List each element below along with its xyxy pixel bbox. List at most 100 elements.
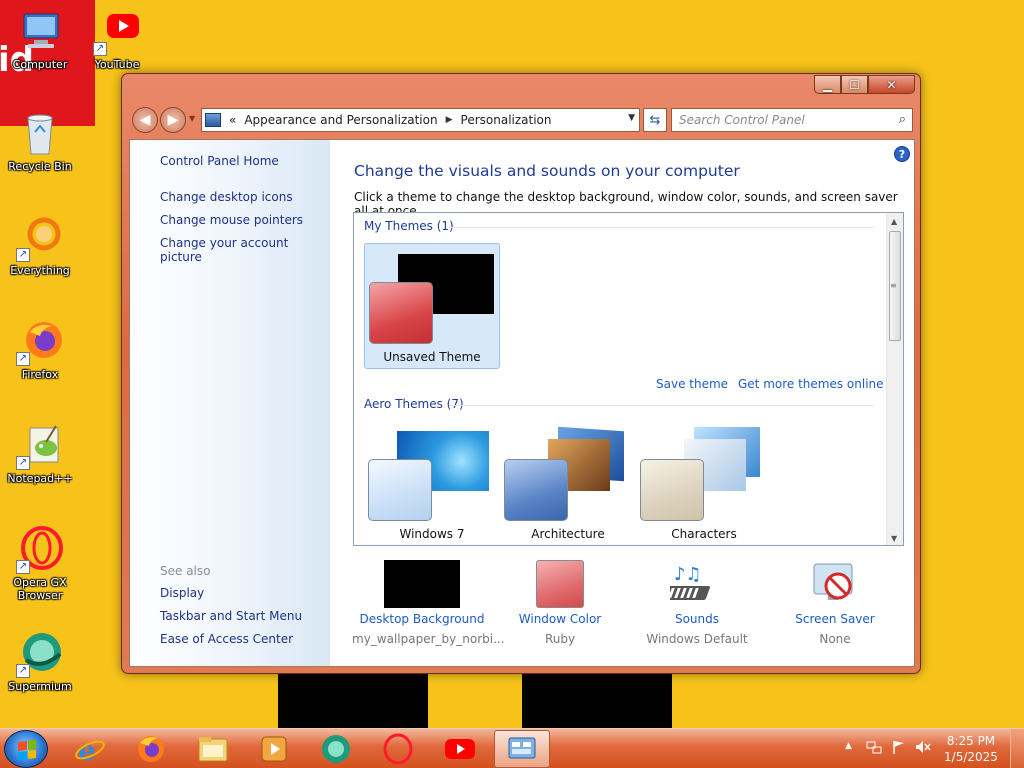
help-icon[interactable]: ?: [894, 146, 910, 162]
recycle-bin-icon: [16, 110, 64, 158]
taskbar-internet-explorer[interactable]: e: [62, 730, 118, 768]
window-color-setting[interactable]: Window Color Ruby: [490, 560, 630, 646]
search-icon[interactable]: ⌕: [899, 112, 906, 127]
page-title: Change the visuals and sounds on your co…: [354, 162, 740, 180]
sounds-setting[interactable]: ♪♫ Sounds Windows Default: [627, 560, 767, 646]
screen-saver-icon: [810, 560, 860, 608]
aero-themes-header[interactable]: Aero Themes (7): [364, 397, 464, 411]
desktop-icon-recycle-bin[interactable]: Recycle Bin: [0, 110, 80, 173]
shortcut-arrow-icon: ↗: [16, 352, 30, 366]
screen-saver-setting[interactable]: Screen Saver None: [765, 560, 905, 646]
desktop-icon-notepadpp[interactable]: ↗ Notepad++: [0, 422, 80, 485]
display-link[interactable]: Display: [160, 586, 204, 600]
shortcut-arrow-icon: ↗: [93, 42, 107, 56]
desktop-icon-opera-gx[interactable]: ↗ Opera GX Browser: [0, 526, 80, 602]
theme-name: Windows 7: [399, 527, 465, 541]
action-center-flag-icon[interactable]: [891, 739, 907, 758]
desktop-background-link[interactable]: Desktop Background: [352, 612, 492, 626]
theme-glass-color-icon: [640, 459, 704, 521]
refresh-icon: ⇆: [649, 112, 661, 128]
desktop-icon-computer[interactable]: Computer: [0, 8, 80, 71]
breadcrumb-appearance[interactable]: Appearance and Personalization: [244, 113, 437, 127]
back-button[interactable]: ◀: [132, 107, 158, 133]
theme-characters[interactable]: Characters: [636, 423, 772, 545]
youtube-icon: ↗: [93, 8, 141, 56]
scroll-grip-icon: ≡: [890, 281, 897, 290]
desktop-icon-firefox[interactable]: ↗ Firefox: [0, 318, 80, 381]
window-color-icon: [536, 560, 584, 608]
desktop-icon-label: Opera GX Browser: [13, 576, 67, 602]
desktop-icon-youtube[interactable]: ↗ YouTube: [77, 8, 157, 71]
taskbar-opera-gx[interactable]: [370, 730, 426, 768]
taskbar-start-menu-link[interactable]: Taskbar and Start Menu: [160, 609, 302, 623]
get-more-themes-link[interactable]: Get more themes online: [738, 377, 884, 391]
my-themes-header[interactable]: My Themes (1): [364, 219, 454, 233]
personalization-window[interactable]: ▁ ☐ ✕ ◀ ▶ ▼ « Appearance and Personaliza…: [121, 73, 921, 674]
network-icon[interactable]: [866, 739, 882, 758]
sounds-value: Windows Default: [646, 632, 748, 646]
media-player-icon: [261, 736, 287, 762]
breadcrumb-personalization[interactable]: Personalization: [461, 113, 552, 127]
shortcut-arrow-icon: ↗: [16, 248, 30, 262]
caption-buttons: ▁ ☐ ✕: [814, 75, 915, 94]
close-button[interactable]: ✕: [868, 75, 915, 94]
scroll-down-icon[interactable]: ▼: [891, 534, 897, 543]
save-theme-link[interactable]: Save theme: [656, 377, 728, 391]
svg-text:♪♫: ♪♫: [674, 564, 702, 585]
theme-list[interactable]: My Themes (1) Unsaved Theme Save theme G…: [353, 212, 904, 546]
theme-list-scrollbar[interactable]: ▲ ≡ ▼: [886, 213, 903, 545]
taskbar-control-panel[interactable]: [494, 730, 550, 768]
desktop-icon-everything[interactable]: ↗ Everything: [0, 214, 80, 277]
desktop-background-setting[interactable]: Desktop Background my_wallpaper_by_norbi…: [352, 560, 505, 646]
search-input[interactable]: Search Control Panel ⌕: [671, 108, 913, 132]
windows-logo-icon: [18, 740, 36, 760]
taskbar-file-explorer[interactable]: [185, 730, 241, 768]
theme-architecture[interactable]: Architecture: [500, 423, 636, 545]
recent-pages-dropdown-icon[interactable]: ▼: [189, 114, 195, 123]
ease-of-access-link[interactable]: Ease of Access Center: [160, 632, 293, 646]
volume-muted-icon[interactable]: [914, 739, 932, 758]
show-desktop-button[interactable]: [1010, 729, 1024, 768]
sounds-link[interactable]: Sounds: [627, 612, 767, 626]
change-mouse-pointers-link[interactable]: Change mouse pointers: [160, 213, 303, 227]
theme-windows-7[interactable]: Windows 7: [364, 423, 500, 545]
screen-saver-link[interactable]: Screen Saver: [765, 612, 905, 626]
address-dropdown-icon[interactable]: ▼: [628, 113, 635, 123]
see-also-label: See also: [160, 564, 211, 578]
scroll-up-icon[interactable]: ▲: [891, 217, 897, 226]
firefox-icon: ↗: [16, 318, 64, 366]
breadcrumb-separator-icon[interactable]: ▶: [446, 115, 453, 125]
theme-glass-color-icon: [504, 459, 568, 521]
minimize-button[interactable]: ▁: [814, 75, 841, 94]
theme-unsaved[interactable]: Unsaved Theme: [364, 243, 500, 369]
show-hidden-icons-button[interactable]: ▲: [845, 741, 852, 751]
change-account-picture-link[interactable]: Change your account picture: [160, 236, 330, 264]
theme-name: Architecture: [531, 527, 605, 541]
theme-name: Unsaved Theme: [383, 350, 481, 364]
theme-glass-color-icon: [369, 282, 433, 344]
search-placeholder: Search Control Panel: [679, 113, 805, 127]
taskbar-media-player[interactable]: [246, 730, 302, 768]
window-color-value: Ruby: [544, 632, 576, 646]
desktop-icon-label: Recycle Bin: [8, 160, 72, 173]
opera-gx-icon: ↗: [16, 526, 64, 574]
taskbar-youtube[interactable]: [432, 730, 488, 768]
forward-button[interactable]: ▶: [160, 107, 186, 133]
change-desktop-icons-link[interactable]: Change desktop icons: [160, 190, 293, 204]
system-clock[interactable]: 8:25 PM 1/5/2025: [940, 733, 1002, 765]
address-prefix[interactable]: «: [229, 113, 236, 127]
control-panel-home-link[interactable]: Control Panel Home: [160, 154, 279, 168]
start-button[interactable]: [4, 730, 48, 768]
supermium-icon: [322, 735, 350, 763]
control-panel-icon: [205, 113, 221, 127]
window-color-link[interactable]: Window Color: [490, 612, 630, 626]
desktop-icon-supermium[interactable]: ↗ Supermium: [0, 630, 80, 693]
refresh-button[interactable]: ⇆: [643, 108, 667, 132]
taskbar-firefox[interactable]: [123, 730, 179, 768]
maximize-button[interactable]: ☐: [841, 75, 868, 94]
shortcut-arrow-icon: ↗: [16, 560, 30, 574]
taskbar-supermium[interactable]: [308, 730, 364, 768]
clock-time: 8:25 PM: [946, 734, 996, 748]
youtube-icon: [445, 739, 475, 759]
address-bar[interactable]: « Appearance and Personalization ▶ Perso…: [201, 108, 640, 132]
